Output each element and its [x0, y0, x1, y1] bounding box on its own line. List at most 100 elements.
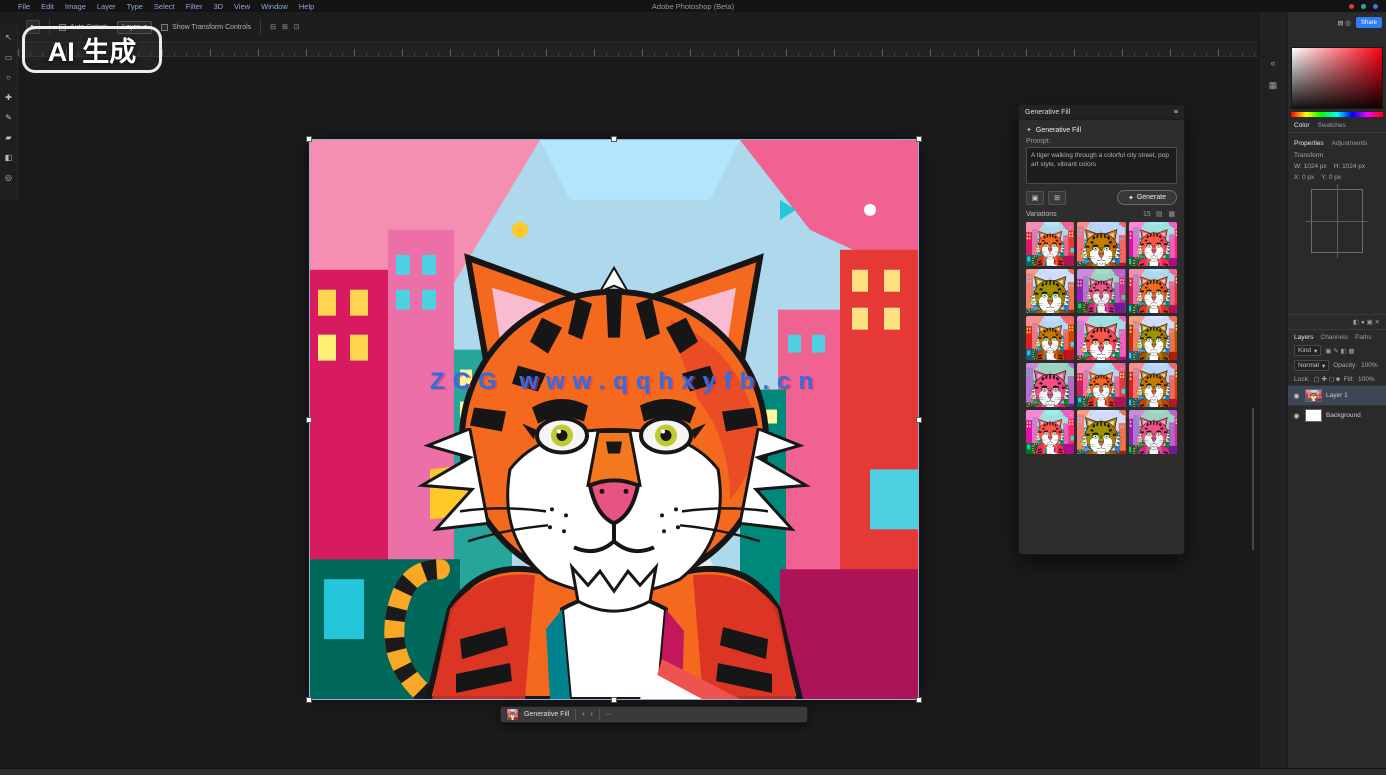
layer-name[interactable]: Background — [1326, 412, 1361, 419]
marquee-tool-icon[interactable]: ▭ — [2, 51, 15, 64]
transform-handle-nw[interactable] — [306, 136, 312, 142]
variation-thumbnail[interactable] — [1077, 363, 1125, 407]
align-buttons-icons[interactable]: ⊟ ⊞ ⊡ — [270, 23, 302, 31]
more-options-icon[interactable]: ··· — [606, 711, 613, 718]
menu-select[interactable]: Select — [154, 2, 175, 11]
menu-edit[interactable]: Edit — [41, 2, 54, 11]
transform-handle-w[interactable] — [306, 417, 312, 423]
generate-button[interactable]: ✦ Generate — [1117, 190, 1177, 205]
transform-diagram — [1311, 189, 1363, 253]
width-value[interactable]: W: 1024 px — [1294, 163, 1327, 170]
lock-icons[interactable]: ▢ ✚ ◻ ■ — [1314, 375, 1340, 383]
layer-row-layer1[interactable]: ◉ Layer 1 — [1288, 385, 1386, 405]
transform-handle-ne[interactable] — [916, 136, 922, 142]
transform-handle-sw[interactable] — [306, 697, 312, 703]
menu-file[interactable]: File — [18, 2, 30, 11]
menubar-right — [1349, 0, 1378, 12]
menu-view[interactable]: View — [234, 2, 250, 11]
view-toggle-icons[interactable]: ▤ ▦ — [1156, 210, 1177, 218]
tab-adjustments[interactable]: Adjustments — [1332, 140, 1368, 147]
contextual-taskbar: Generative Fill ‹ › ··· — [500, 706, 808, 723]
variation-thumbnail[interactable] — [1077, 269, 1125, 313]
color-picker-field[interactable] — [1291, 47, 1383, 109]
share-button[interactable]: Share — [1356, 17, 1382, 28]
show-transform-option: Show Transform Controls — [161, 24, 251, 31]
tab-layers[interactable]: Layers — [1294, 334, 1314, 341]
tab-color[interactable]: Color — [1294, 122, 1310, 129]
next-variation-icon[interactable]: › — [590, 711, 592, 718]
menu-help[interactable]: Help — [299, 2, 314, 11]
variation-thumbnail[interactable] — [1026, 269, 1074, 313]
visibility-eye-icon[interactable]: ◉ — [1292, 392, 1301, 400]
color-panel-tabs: Color Swatches — [1288, 117, 1386, 133]
tab-channels[interactable]: Channels — [1321, 334, 1348, 341]
opacity-value[interactable]: 100% — [1361, 362, 1378, 369]
filter-kind-select[interactable]: Kind ▾ — [1294, 345, 1321, 356]
variation-thumbnail[interactable] — [1077, 222, 1125, 266]
x-value[interactable]: X: 0 px — [1294, 174, 1314, 181]
variation-thumbnail[interactable] — [1077, 316, 1125, 360]
menu-window[interactable]: Window — [261, 2, 288, 11]
menu-layer[interactable]: Layer — [97, 2, 116, 11]
panel-menu-icon[interactable]: ≡ — [1174, 109, 1178, 116]
variation-thumbnail[interactable] — [1026, 222, 1074, 266]
menu-image[interactable]: Image — [65, 2, 86, 11]
settings-button[interactable]: ⊞ — [1048, 191, 1066, 205]
fill-value[interactable]: 100% — [1358, 376, 1375, 383]
tab-swatches[interactable]: Swatches — [1318, 122, 1346, 129]
tab-properties[interactable]: Properties — [1294, 140, 1324, 147]
variation-thumbnail[interactable] — [1129, 222, 1177, 266]
variation-thumbnail[interactable] — [1129, 410, 1177, 454]
variation-thumbnail[interactable] — [1129, 316, 1177, 360]
panel-header[interactable]: Generative Fill ≡ — [1019, 105, 1184, 120]
variation-thumbnail[interactable] — [1077, 410, 1125, 454]
chevron-down-icon: ▾ — [1314, 347, 1317, 355]
height-value[interactable]: H: 1024 px — [1334, 163, 1365, 170]
taskbar-thumbnail[interactable] — [507, 709, 518, 720]
previous-variation-icon[interactable]: ‹ — [582, 711, 584, 718]
transform-handle-n[interactable] — [611, 136, 617, 142]
visibility-eye-icon[interactable]: ◉ — [1292, 412, 1301, 420]
transform-handle-e[interactable] — [916, 417, 922, 423]
variation-thumbnail[interactable] — [1026, 316, 1074, 360]
panel-footer-icons[interactable]: ◧ ● ▣ ✕ — [1288, 315, 1386, 330]
variation-thumbnail[interactable] — [1129, 269, 1177, 313]
properties-panel: Properties Adjustments Transform W: 1024… — [1288, 133, 1386, 315]
layer-name[interactable]: Layer 1 — [1326, 392, 1348, 399]
panels-icon[interactable]: ▦ — [1269, 80, 1278, 91]
variation-thumbnail[interactable] — [1026, 363, 1074, 407]
blend-mode-value: Normal — [1298, 362, 1319, 369]
menu-type[interactable]: Type — [127, 2, 143, 11]
zoom-tool-icon[interactable]: ◎ — [2, 171, 15, 184]
collapse-panels-icon[interactable]: « — [1270, 58, 1275, 68]
blend-mode-select[interactable]: Normal ▾ — [1294, 360, 1329, 371]
prompt-input[interactable]: A tiger walking through a colorful city … — [1026, 147, 1177, 184]
layer-thumbnail[interactable] — [1305, 409, 1322, 422]
brush-tool-icon[interactable]: ▰ — [2, 131, 15, 144]
layer-thumbnail[interactable] — [1305, 389, 1322, 402]
show-transform-checkbox[interactable] — [161, 24, 168, 31]
blend-row: Normal ▾ Opacity: 100% — [1288, 358, 1386, 373]
menu-3d[interactable]: 3D — [213, 2, 223, 11]
transform-handle-se[interactable] — [916, 697, 922, 703]
filter-type-icons[interactable]: ▣ ✎ ◧ ▦ — [1325, 347, 1354, 355]
taskbar-label[interactable]: Generative Fill — [524, 711, 569, 718]
variation-thumbnail[interactable] — [1026, 410, 1074, 454]
crop-tool-icon[interactable]: ✚ — [2, 91, 15, 104]
lasso-tool-icon[interactable]: ○ — [2, 71, 15, 84]
canvas-scrollbar[interactable] — [1252, 408, 1254, 550]
variation-thumbnail[interactable] — [1129, 363, 1177, 407]
generated-image[interactable] — [310, 140, 918, 699]
pen-tool-icon[interactable]: ✎ — [2, 111, 15, 124]
menu-filter[interactable]: Filter — [186, 2, 203, 11]
workspace-icons[interactable]: ▤ ◎ — [1337, 19, 1351, 27]
tool-strip: ↖ ▭ ○ ✚ ✎ ▰ ◧ ◎ — [0, 24, 18, 200]
transform-handle-s[interactable] — [611, 697, 617, 703]
reference-image-button[interactable]: ▣ — [1026, 191, 1044, 205]
transform-label: Transform — [1294, 152, 1323, 159]
gradient-tool-icon[interactable]: ◧ — [2, 151, 15, 164]
layer-row-background[interactable]: ◉ Background — [1288, 405, 1386, 425]
y-value[interactable]: Y: 0 px — [1321, 174, 1341, 181]
move-tool-icon[interactable]: ↖ — [2, 31, 15, 44]
tab-paths[interactable]: Paths — [1355, 334, 1372, 341]
